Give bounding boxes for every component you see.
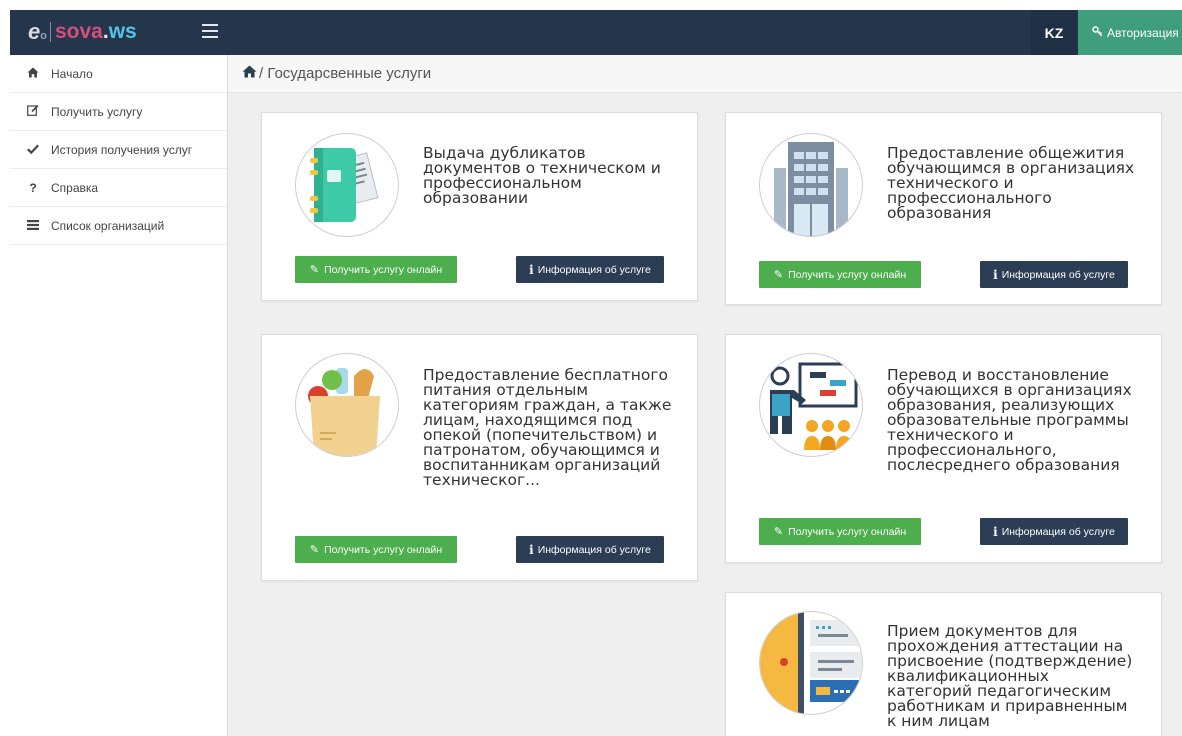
code-window-icon bbox=[759, 611, 863, 715]
logo-separator bbox=[49, 22, 51, 42]
service-info-button[interactable]: i Информация об услуге bbox=[980, 261, 1128, 288]
service-card: Прием документов для прохождения аттеста… bbox=[725, 592, 1162, 736]
breadcrumb-text: / Государсвенные услуги bbox=[259, 65, 432, 82]
sidebar-item-label: Начало bbox=[51, 66, 93, 81]
get-service-online-button[interactable]: ✎ Получить услугу онлайн bbox=[295, 536, 457, 563]
edit-icon: ✎ bbox=[309, 264, 320, 276]
login-label: Авторизация bbox=[1107, 25, 1179, 40]
service-info-button[interactable]: i Информация об услуге bbox=[980, 518, 1128, 545]
top-navbar: e o sova . ws KZ Авторизация bbox=[10, 10, 1182, 55]
service-info-button[interactable]: i Информация об услуге bbox=[516, 536, 664, 563]
app-screen: e o sova . ws KZ Авторизация Начало Полу… bbox=[10, 10, 1182, 736]
logo-small: o bbox=[40, 30, 47, 42]
home-icon bbox=[26, 67, 40, 81]
service-card: Выдача дубликатов документов о техническ… bbox=[261, 112, 698, 301]
logo-sova: sova bbox=[54, 20, 103, 43]
login-button[interactable]: Авторизация bbox=[1078, 10, 1182, 55]
button-label: Получить услугу онлайн bbox=[324, 263, 443, 276]
logo-ws: ws bbox=[108, 20, 137, 43]
edit-icon: ✎ bbox=[309, 544, 320, 556]
button-label: Информация об услуге bbox=[537, 263, 651, 276]
sidebar-item-organizations[interactable]: Список организаций bbox=[10, 207, 227, 245]
breadcrumb: / Государсвенные услуги bbox=[228, 55, 1182, 93]
edit-icon bbox=[26, 104, 40, 119]
button-label: Информация об услуге bbox=[1001, 525, 1115, 538]
logo-e: e bbox=[28, 19, 41, 44]
info-icon: i bbox=[993, 524, 998, 539]
service-title: Выдача дубликатов документов о техническ… bbox=[423, 144, 661, 207]
get-service-online-button[interactable]: ✎ Получить услугу онлайн bbox=[759, 261, 921, 288]
presentation-icon bbox=[759, 353, 863, 457]
service-card: Перевод и восстановление обучающихся в о… bbox=[725, 334, 1162, 563]
check-icon bbox=[26, 143, 40, 157]
button-label: Информация об услуге bbox=[537, 543, 651, 556]
question-icon: ? bbox=[29, 180, 37, 195]
service-title: Предоставление общежития обучающимся в о… bbox=[887, 144, 1135, 222]
building-icon bbox=[759, 133, 863, 237]
edit-icon: ✎ bbox=[773, 269, 784, 281]
service-title: Предоставление бесплатного питания отдел… bbox=[423, 366, 672, 489]
sidebar-item-history[interactable]: История получения услуг bbox=[10, 131, 227, 169]
info-icon: i bbox=[993, 267, 998, 282]
key-icon bbox=[1092, 25, 1103, 40]
sidebar-item-label: Справка bbox=[51, 180, 99, 195]
sidebar-item-label: Получить услугу bbox=[51, 104, 143, 119]
service-card: Предоставление общежития обучающимся в о… bbox=[725, 112, 1162, 305]
notebook-icon bbox=[295, 133, 399, 237]
service-title: Прием документов для прохождения аттеста… bbox=[887, 622, 1133, 730]
service-info-button[interactable]: i Информация об услуге bbox=[516, 256, 664, 283]
list-icon bbox=[26, 219, 40, 233]
sidebar-item-label: История получения услуг bbox=[51, 142, 193, 157]
button-label: Получить услугу онлайн bbox=[788, 525, 907, 538]
sidebar-item-help[interactable]: ? Справка bbox=[10, 169, 227, 207]
sidebar-item-home[interactable]: Начало bbox=[10, 55, 227, 93]
grocery-bag-icon bbox=[295, 353, 399, 457]
info-icon: i bbox=[529, 542, 534, 557]
language-button[interactable]: KZ bbox=[1031, 10, 1077, 55]
button-label: Информация об услуге bbox=[1001, 268, 1115, 281]
site-logo[interactable]: e o sova . ws bbox=[28, 19, 137, 45]
hamburger-menu-icon[interactable] bbox=[202, 24, 218, 38]
get-service-online-button[interactable]: ✎ Получить услугу онлайн bbox=[295, 256, 457, 283]
service-card: Предоставление бесплатного питания отдел… bbox=[261, 334, 698, 581]
edit-icon: ✎ bbox=[773, 526, 784, 538]
sidebar-item-get-service[interactable]: Получить услугу bbox=[10, 93, 227, 131]
get-service-online-button[interactable]: ✎ Получить услугу онлайн bbox=[759, 518, 921, 545]
service-title: Перевод и восстановление обучающихся в о… bbox=[887, 366, 1132, 474]
sidebar: Начало Получить услугу История получения… bbox=[10, 55, 228, 736]
button-label: Получить услугу онлайн bbox=[788, 268, 907, 281]
sidebar-item-label: Список организаций bbox=[51, 218, 165, 233]
button-label: Получить услугу онлайн bbox=[324, 543, 443, 556]
home-icon[interactable] bbox=[242, 65, 257, 82]
info-icon: i bbox=[529, 262, 534, 277]
